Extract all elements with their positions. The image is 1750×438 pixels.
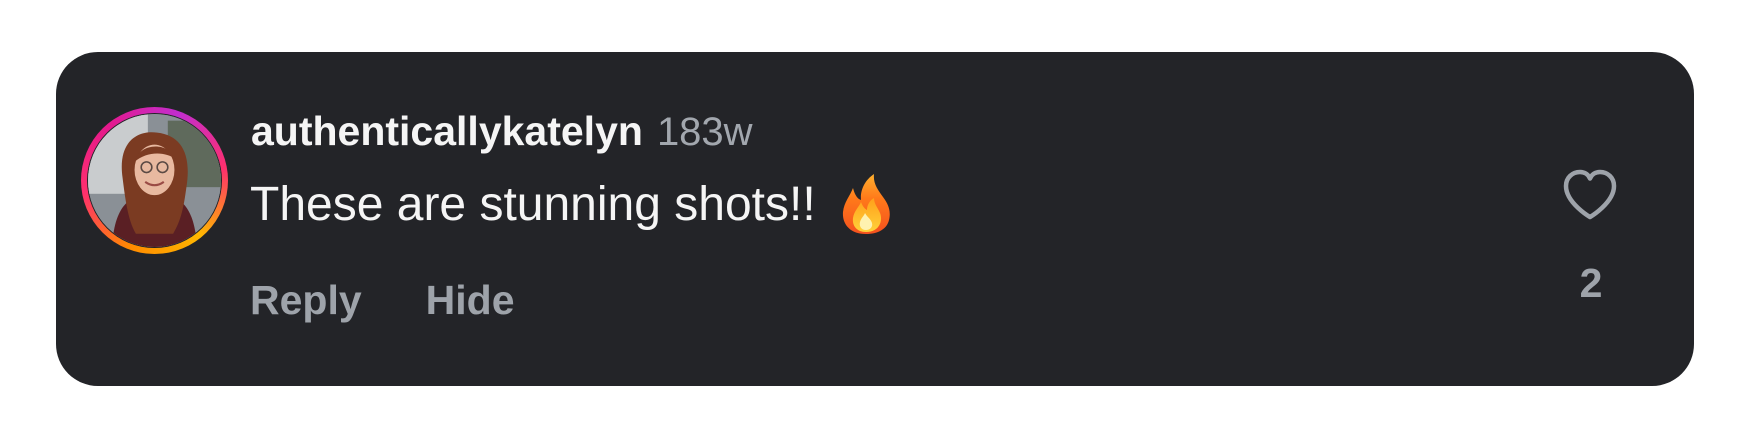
avatar-story-ring[interactable] [81,107,228,254]
avatar[interactable] [88,114,221,247]
comment-header: authenticallykatelyn 183w [251,108,753,158]
timestamp: 183w [656,110,753,154]
comment-body: These are stunning shots!! [250,169,894,239]
hide-button[interactable]: Hide [426,277,515,324]
avatar-image [88,114,221,247]
like-control: 2 [1556,164,1626,324]
heart-outline-icon[interactable] [1559,164,1621,226]
comment-card: authenticallykatelyn 183w These are stun… [56,52,1694,386]
username[interactable]: authenticallykatelyn [251,108,643,155]
like-count: 2 [1579,260,1603,306]
comment-text: These are stunning shots!! [250,177,816,231]
reply-button[interactable]: Reply [250,277,362,324]
fire-icon [842,174,890,234]
comment-actions: Reply Hide [250,272,515,328]
